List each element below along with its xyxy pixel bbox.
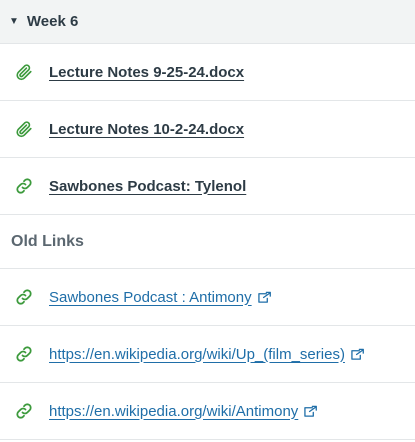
link-icon: [14, 344, 34, 364]
external-link-icon: [303, 405, 318, 418]
subheader-label: Old Links: [11, 232, 84, 250]
module-item-sawbones-tylenol: Sawbones Podcast: Tylenol: [0, 158, 415, 215]
link-icon: [14, 287, 34, 307]
external-link-label[interactable]: Sawbones Podcast : Antimony: [49, 289, 252, 306]
external-link-item-sawbones-antimony: Sawbones Podcast : Antimony: [0, 269, 415, 326]
module-item-lecture-notes-10-2: Lecture Notes 10-2-24.docx: [0, 101, 415, 158]
module-item-lecture-notes-9-25: Lecture Notes 9-25-24.docx: [0, 44, 415, 101]
external-link-label[interactable]: https://en.wikipedia.org/wiki/Antimony: [49, 403, 298, 420]
link-icon: [14, 176, 34, 196]
external-link[interactable]: Sawbones Podcast : Antimony: [49, 289, 272, 306]
external-link-label[interactable]: https://en.wikipedia.org/wiki/Up_(film_s…: [49, 346, 345, 363]
external-link[interactable]: https://en.wikipedia.org/wiki/Up_(film_s…: [49, 346, 365, 363]
caret-down-icon[interactable]: ▼: [9, 16, 19, 27]
module-week-6: ▼ Week 6 Lecture Notes 9-25-24.docx Lect…: [0, 0, 415, 440]
subheader-old-links: Old Links: [0, 215, 415, 269]
module-item-link[interactable]: Sawbones Podcast: Tylenol: [49, 178, 246, 195]
external-link[interactable]: https://en.wikipedia.org/wiki/Antimony: [49, 403, 318, 420]
paperclip-icon: [14, 119, 34, 139]
module-item-link[interactable]: Lecture Notes 10-2-24.docx: [49, 121, 244, 138]
module-title: Week 6: [26, 13, 79, 30]
external-link-icon: [350, 348, 365, 361]
module-item-link[interactable]: Lecture Notes 9-25-24.docx: [49, 64, 244, 81]
external-link-icon: [257, 291, 272, 304]
external-link-item-wiki-antimony: https://en.wikipedia.org/wiki/Antimony: [0, 383, 415, 440]
paperclip-icon: [14, 62, 34, 82]
link-icon: [14, 401, 34, 421]
module-header[interactable]: ▼ Week 6: [0, 0, 415, 44]
external-link-item-up-film-series: https://en.wikipedia.org/wiki/Up_(film_s…: [0, 326, 415, 383]
